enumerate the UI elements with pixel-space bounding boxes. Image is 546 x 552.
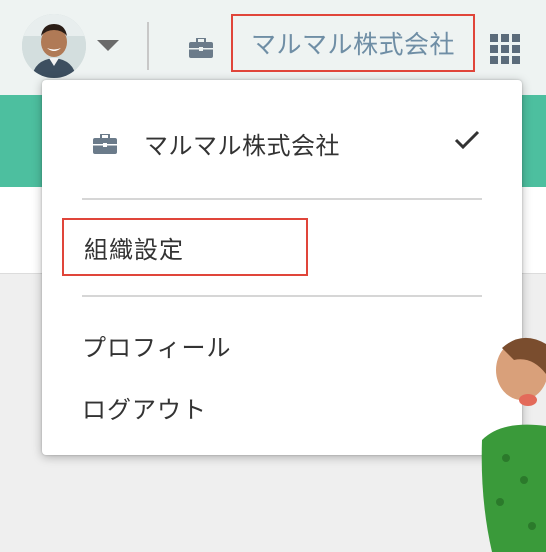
current-company-label: マルマル株式会社 <box>144 132 340 160</box>
company-name-label: マルマル株式会社 <box>250 30 455 59</box>
briefcase-icon <box>189 38 213 58</box>
org-settings-label: 組織設定 <box>84 235 184 264</box>
user-avatar[interactable] <box>22 14 86 78</box>
menu-item-profile[interactable]: プロフィール <box>82 328 232 363</box>
menu-item-current-company[interactable]: マルマル株式会社 <box>42 108 522 178</box>
grid-apps-icon[interactable] <box>490 34 524 64</box>
checkmark-icon <box>454 130 480 150</box>
mascot-illustration <box>481 337 546 552</box>
caret-down-icon[interactable] <box>97 40 119 51</box>
briefcase-icon <box>93 134 117 154</box>
menu-item-org-settings[interactable]: 組織設定 <box>62 218 308 276</box>
avatar-image <box>22 14 86 78</box>
company-switcher-link[interactable]: マルマル株式会社 <box>231 14 475 72</box>
logout-label: ログアウト <box>82 396 207 424</box>
profile-label: プロフィール <box>82 334 232 362</box>
menu-divider <box>82 198 482 200</box>
menu-item-logout[interactable]: ログアウト <box>82 390 207 425</box>
menu-divider <box>82 295 482 297</box>
header-divider <box>147 22 149 70</box>
account-dropdown-menu: マルマル株式会社 組織設定 プロフィール ログアウト <box>42 80 522 455</box>
